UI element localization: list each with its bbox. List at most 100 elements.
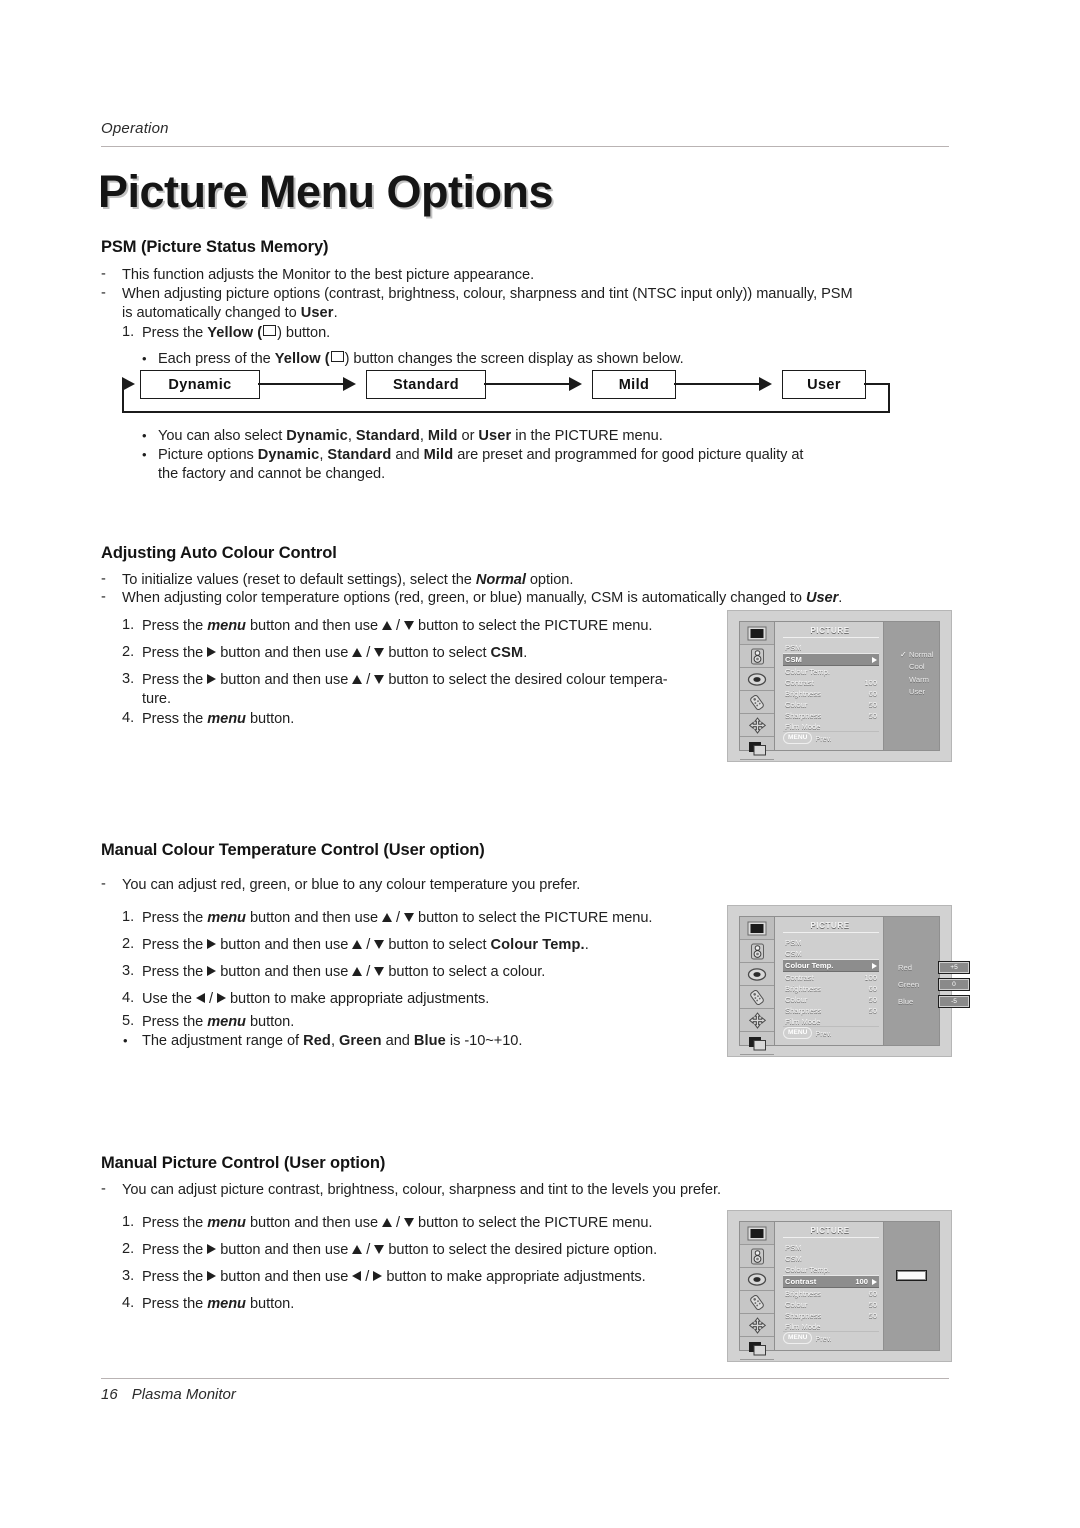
osd-row-brightness[interactable]: Brightness 60 bbox=[783, 688, 879, 699]
s-post: button to select the PICTURE menu. bbox=[414, 910, 653, 926]
sub3-pre: Picture options bbox=[158, 447, 258, 463]
osd-row-label: Film Mode bbox=[785, 1017, 821, 1026]
osd-row-csm[interactable]: CSM bbox=[783, 1253, 879, 1264]
osd-rail-clock[interactable] bbox=[740, 668, 774, 691]
s-tail2: . bbox=[523, 645, 528, 661]
osd-rail-position[interactable] bbox=[740, 714, 774, 737]
osd-menu-column: PICTURE PSM CSM Colour Temp. Contrast 100… bbox=[775, 1222, 884, 1350]
osd-row-psm[interactable]: PSM bbox=[783, 937, 879, 948]
osd-row-psm[interactable]: PSM bbox=[783, 642, 879, 653]
osd-row-psm[interactable]: PSM bbox=[783, 1242, 879, 1253]
osd-rail-screen[interactable] bbox=[740, 1222, 774, 1245]
osd-footer: MENU Prev. bbox=[783, 1027, 879, 1039]
osd-rail-screen[interactable] bbox=[740, 917, 774, 940]
rgb-row-blue[interactable]: Blue -5 bbox=[898, 993, 970, 1010]
psm-b2-bold: User bbox=[300, 305, 334, 321]
s-mid: button and then use bbox=[245, 910, 383, 926]
osd-row-contrast[interactable]: Contrast 100 bbox=[783, 677, 879, 688]
rgb-row-red[interactable]: Red +5 bbox=[898, 959, 970, 976]
csm-option-user[interactable]: User bbox=[900, 686, 933, 699]
csm-option-cool[interactable]: Cool bbox=[900, 661, 933, 674]
flow-arrow-entry bbox=[122, 377, 135, 391]
speaker-icon bbox=[750, 1248, 764, 1264]
osd-row-sharpness[interactable]: Sharpness 50 bbox=[783, 710, 879, 721]
step1-post: ) button. bbox=[277, 325, 331, 341]
osd-rail-sound[interactable] bbox=[740, 645, 774, 668]
osd-row-sharpness[interactable]: Sharpness 50 bbox=[783, 1005, 879, 1016]
osd-rail-sound[interactable] bbox=[740, 940, 774, 963]
mct-step-4-number: 4. bbox=[122, 990, 135, 1006]
osd-row-colour-temp[interactable]: Colour Temp. bbox=[783, 959, 879, 972]
osd-rail-screen[interactable] bbox=[740, 622, 774, 645]
osd-body: PICTURE PSM CSM Colour Temp. Contrast 100… bbox=[775, 1222, 939, 1350]
osd-screenshot-csm: PICTURE PSM CSM Colour Temp. Contrast 100… bbox=[727, 610, 952, 762]
ac-b1-pre: To initialize values (reset to default s… bbox=[122, 572, 476, 588]
osd-rail-position[interactable] bbox=[740, 1009, 774, 1032]
osd-rail-pip[interactable] bbox=[740, 1337, 774, 1360]
mct-step-2: Press the button and then use / button t… bbox=[142, 937, 589, 953]
osd-row-colour[interactable]: Colour 50 bbox=[783, 994, 879, 1005]
osd-rail-pip[interactable] bbox=[740, 737, 774, 760]
contrast-slider[interactable] bbox=[896, 1270, 927, 1281]
up-arrow-icon bbox=[382, 913, 393, 922]
osd-row-csm[interactable]: CSM bbox=[783, 948, 879, 959]
osd-rail-clock[interactable] bbox=[740, 1268, 774, 1291]
csm-option-normal[interactable]: ✓ Normal bbox=[900, 648, 933, 661]
s-bi: menu bbox=[207, 910, 246, 926]
osd-rail-position[interactable] bbox=[740, 1314, 774, 1337]
osd-body: PICTURE PSM CSM Colour Temp. Contrast 100… bbox=[775, 622, 939, 750]
flow-line-2 bbox=[484, 383, 576, 385]
osd-menu-key[interactable]: MENU bbox=[783, 1332, 813, 1344]
heading-manual-colour-temp: Manual Colour Temperature Control (User … bbox=[101, 841, 485, 859]
s-pre: Press the bbox=[142, 1296, 208, 1312]
osd-menu-column: PICTURE PSM CSM Colour Temp. Contrast 100… bbox=[775, 622, 884, 750]
osd-row-contrast[interactable]: Contrast 100 bbox=[783, 1275, 879, 1288]
running-head: Operation bbox=[101, 120, 169, 137]
osd-row-colour-temp[interactable]: Colour Temp. bbox=[783, 666, 879, 677]
osd-menu-key[interactable]: MENU bbox=[783, 732, 813, 744]
manual-page: Operation Picture Menu Options PSM (Pict… bbox=[0, 0, 1080, 1528]
dash-marker: - bbox=[101, 285, 106, 301]
auto-colour-bullet-1: To initialize values (reset to default s… bbox=[122, 571, 573, 590]
slider-track[interactable] bbox=[896, 1270, 927, 1281]
osd-row-value: 60 bbox=[868, 689, 877, 698]
s-post: button to make appropriate adjustments. bbox=[225, 991, 490, 1007]
sub2-b2: Standard bbox=[355, 428, 420, 444]
osd-icon-rail bbox=[740, 1222, 775, 1360]
dash-marker: - bbox=[101, 876, 106, 892]
rgb-row-green[interactable]: Green 0 bbox=[898, 976, 970, 993]
osd-row-csm[interactable]: CSM bbox=[783, 653, 879, 666]
osd-row-colour[interactable]: Colour 50 bbox=[783, 699, 879, 710]
s-post: button to select a colour. bbox=[384, 964, 546, 980]
osd-row-label: CSM bbox=[785, 949, 802, 958]
ac-b2-bi: User bbox=[805, 590, 839, 606]
osd-footer: MENU Prev. bbox=[783, 732, 879, 744]
osd-menu-key[interactable]: MENU bbox=[783, 1027, 813, 1039]
up-arrow-icon bbox=[352, 648, 363, 657]
osd-row-brightness[interactable]: Brightness 60 bbox=[783, 1288, 879, 1299]
left-arrow-icon bbox=[352, 1271, 362, 1281]
osd-prev-label: Prev. bbox=[815, 733, 832, 743]
s-bi: menu bbox=[207, 1014, 246, 1030]
osd-rail-remote[interactable] bbox=[740, 1291, 774, 1314]
osd-rail-pip[interactable] bbox=[740, 1032, 774, 1055]
down-arrow-icon bbox=[374, 940, 385, 949]
note-s1: , bbox=[330, 1033, 339, 1049]
osd-rail-remote[interactable] bbox=[740, 691, 774, 714]
ac-step-2: Press the button and then use / button t… bbox=[142, 645, 528, 661]
osd-row-sharpness[interactable]: Sharpness 50 bbox=[783, 1310, 879, 1321]
osd-frame: PICTURE PSM CSM Colour Temp. Contrast 100… bbox=[739, 1221, 940, 1360]
osd-row-colour[interactable]: Colour 50 bbox=[783, 1299, 879, 1310]
csm-option-warm[interactable]: Warm bbox=[900, 673, 933, 686]
osd-row-brightness[interactable]: Brightness 60 bbox=[783, 983, 879, 994]
sub1-pre: Each press of the bbox=[158, 351, 275, 367]
osd-row-label: Film Mode bbox=[785, 1322, 821, 1331]
osd-rail-sound[interactable] bbox=[740, 1245, 774, 1268]
s-tail2: . bbox=[584, 937, 589, 953]
right-arrow-icon bbox=[207, 1271, 217, 1281]
sub2-b3: Mild bbox=[427, 428, 458, 444]
osd-row-contrast[interactable]: Contrast 100 bbox=[783, 972, 879, 983]
osd-rail-clock[interactable] bbox=[740, 963, 774, 986]
osd-row-colour-temp[interactable]: Colour Temp. bbox=[783, 1264, 879, 1275]
osd-rail-remote[interactable] bbox=[740, 986, 774, 1009]
